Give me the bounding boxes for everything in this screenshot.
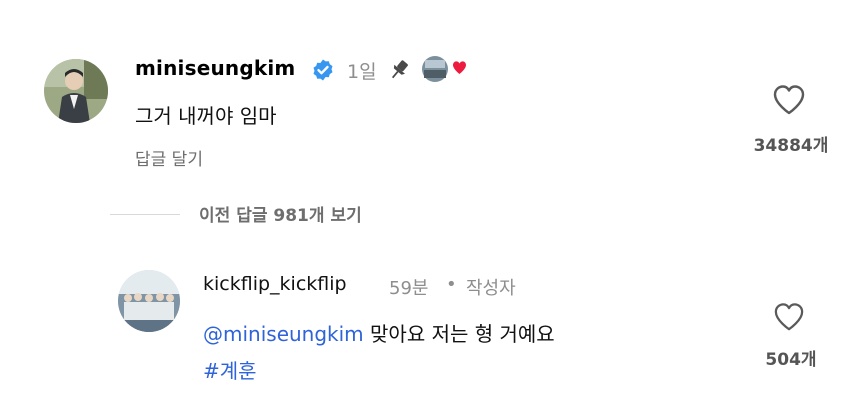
reply-text-line: @miniseungkim 맞아요 저는 형 거예요: [203, 318, 555, 347]
mention-link[interactable]: @miniseungkim: [203, 322, 364, 346]
view-more-replies-button[interactable]: 이전 답글 981개 보기: [199, 201, 362, 226]
reply-time: 59분: [389, 278, 429, 299]
reply-avatar[interactable]: [118, 270, 180, 332]
comment-time: 1일: [347, 61, 377, 83]
replies-divider: [110, 214, 180, 215]
commenter-username[interactable]: miniseungkim: [135, 56, 295, 80]
hashtag-link[interactable]: #계훈: [203, 355, 257, 384]
reply-like-count: 504개: [765, 350, 817, 370]
author-label: 작성자: [466, 278, 516, 299]
comment-text: 그거 내꺼야 임마: [135, 104, 277, 128]
commenter-avatar[interactable]: [44, 59, 108, 123]
verified-badge-icon: [311, 58, 335, 82]
reply-button[interactable]: 답글 달기: [135, 145, 203, 170]
liked-by-author-indicator: [421, 54, 471, 84]
pin-icon: [388, 58, 410, 82]
heart-icon[interactable]: [773, 302, 805, 332]
reply-separator: •: [446, 274, 457, 295]
comment-like-count: 34884개: [753, 136, 829, 156]
reply-text: 맞아요 저는 형 거예요: [370, 322, 555, 346]
heart-icon[interactable]: [772, 84, 806, 116]
reply-username[interactable]: kickflip_kickflip: [203, 273, 347, 295]
